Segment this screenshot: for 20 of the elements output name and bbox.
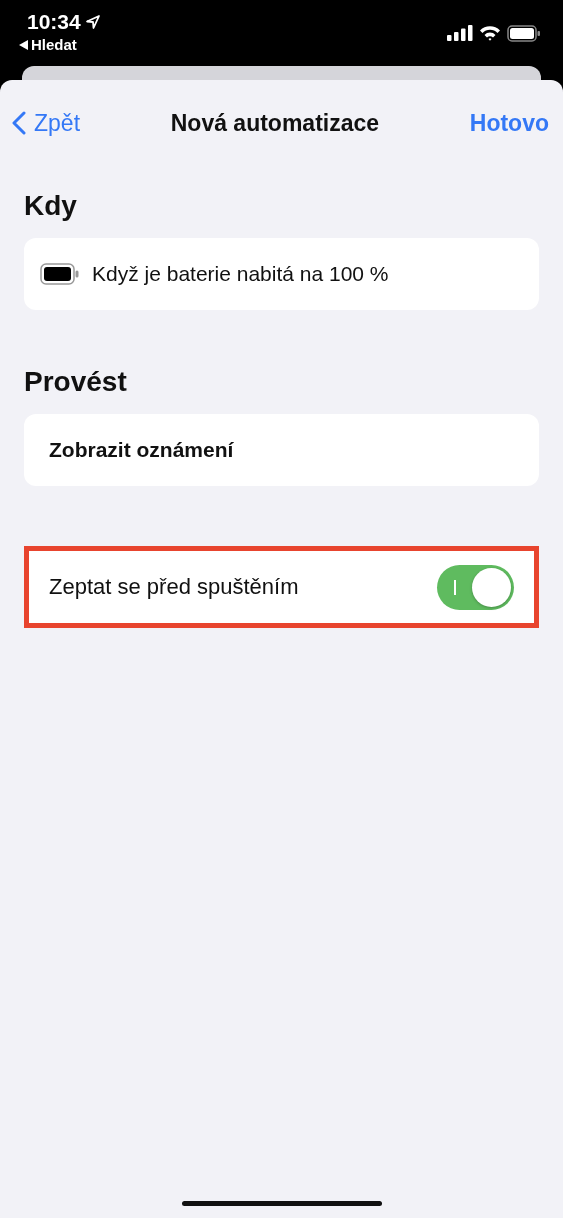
signal-icon (447, 25, 473, 41)
done-button[interactable]: Hotovo (469, 109, 549, 137)
location-arrow-icon (84, 14, 101, 30)
section-header: Provést (24, 366, 128, 398)
back-to-app-link[interactable]: Hledat (19, 36, 101, 53)
battery-icon (507, 24, 541, 42)
back-chevron-icon (12, 111, 26, 135)
action-card[interactable]: Zobrazit oznámení (24, 414, 539, 486)
section-header: Kdy (24, 190, 78, 222)
screen-title: Nová automatizace (170, 109, 380, 137)
wifi-icon (479, 25, 501, 41)
setting-label: Zeptat se před spuštěním (49, 574, 299, 600)
battery-icon (40, 263, 80, 285)
back-triangle-icon (19, 39, 28, 50)
trigger-card[interactable]: Když je baterie nabitá na 100 % (24, 238, 539, 310)
back-button[interactable]: Zpět (12, 109, 81, 137)
action-title: Zobrazit oznámení (49, 438, 234, 462)
trigger-text: Když je baterie nabitá na 100 % (92, 262, 389, 286)
toggle-switch[interactable] (437, 564, 514, 610)
status-time: 10:34 (27, 10, 81, 34)
